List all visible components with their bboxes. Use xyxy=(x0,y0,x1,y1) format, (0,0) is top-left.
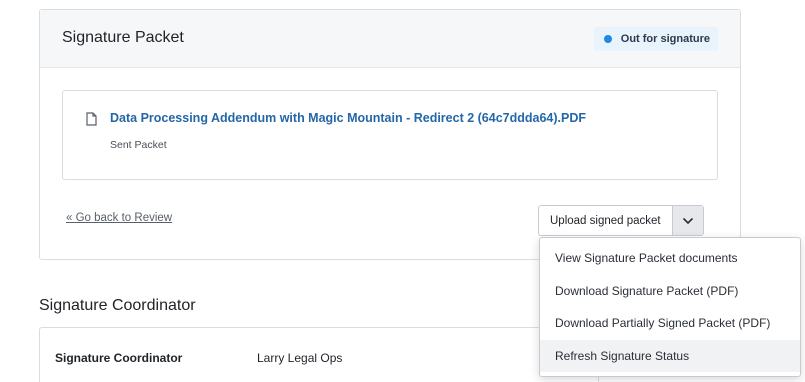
document-link[interactable]: Data Processing Addendum with Magic Moun… xyxy=(110,111,586,125)
menu-item-refresh-status[interactable]: Refresh Signature Status xyxy=(540,339,800,372)
document-box: Data Processing Addendum with Magic Moun… xyxy=(62,90,718,180)
menu-item-download-packet[interactable]: Download Signature Packet (PDF) xyxy=(540,275,800,308)
actions-dropdown-menu: View Signature Packet documents Download… xyxy=(539,237,801,377)
section-title-coordinator: Signature Coordinator xyxy=(39,297,196,314)
back-to-review-link[interactable]: « Go back to Review xyxy=(66,212,172,224)
status-dot-icon xyxy=(603,35,612,43)
upload-split-button: Upload signed packet xyxy=(538,205,704,236)
file-icon xyxy=(86,112,97,126)
status-label: Out for signature xyxy=(620,33,710,45)
dropdown-toggle-button[interactable] xyxy=(672,206,703,235)
card-title: Signature Packet xyxy=(62,29,184,46)
coordinator-label: Signature Coordinator xyxy=(55,351,183,365)
card-header: Signature Packet Out for signature xyxy=(40,10,740,68)
menu-item-download-partial[interactable]: Download Partially Signed Packet (PDF) xyxy=(540,307,800,340)
status-badge: Out for signature xyxy=(593,27,718,51)
signature-packet-card: Signature Packet Out for signature Data … xyxy=(39,9,741,260)
coordinator-card: Signature Coordinator Larry Legal Ops xyxy=(39,327,599,382)
coordinator-value: Larry Legal Ops xyxy=(257,351,343,365)
upload-signed-packet-button[interactable]: Upload signed packet xyxy=(539,206,673,235)
chevron-down-icon xyxy=(682,217,693,224)
menu-item-view-documents[interactable]: View Signature Packet documents xyxy=(540,242,800,275)
document-subtitle: Sent Packet xyxy=(110,139,167,151)
